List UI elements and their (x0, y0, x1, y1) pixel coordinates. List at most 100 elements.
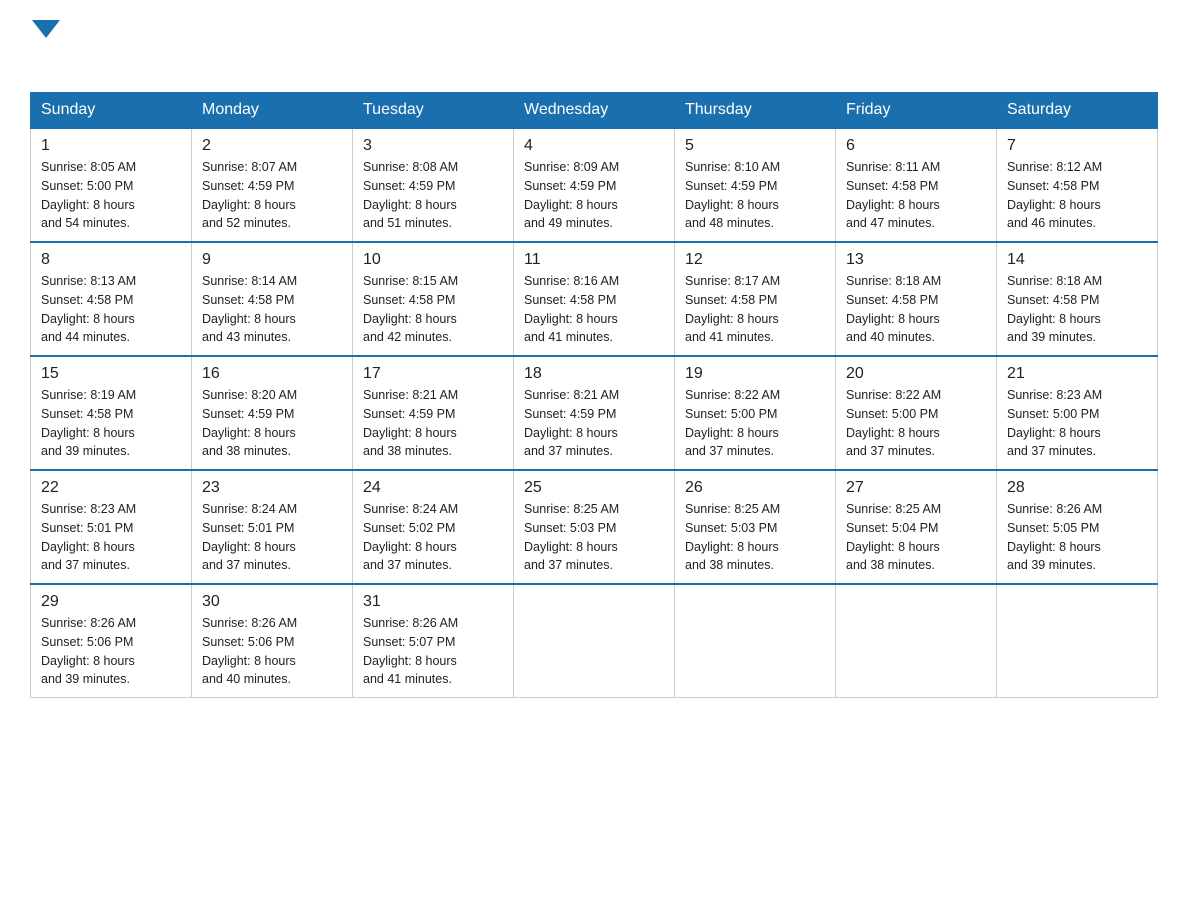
day-number: 18 (524, 365, 664, 383)
weekday-header-friday: Friday (836, 93, 997, 129)
calendar-cell: 21 Sunrise: 8:23 AMSunset: 5:00 PMDayligh… (997, 356, 1158, 470)
calendar-cell: 12 Sunrise: 8:17 AMSunset: 4:58 PMDayligh… (675, 242, 836, 356)
calendar-cell: 7 Sunrise: 8:12 AMSunset: 4:58 PMDaylight… (997, 128, 1158, 242)
day-info: Sunrise: 8:13 AMSunset: 4:58 PMDaylight:… (41, 272, 181, 347)
logo-arrow-icon (32, 20, 60, 38)
calendar-cell: 24 Sunrise: 8:24 AMSunset: 5:02 PMDayligh… (353, 470, 514, 584)
calendar-cell: 18 Sunrise: 8:21 AMSunset: 4:59 PMDayligh… (514, 356, 675, 470)
day-number: 28 (1007, 479, 1147, 497)
day-info: Sunrise: 8:25 AMSunset: 5:04 PMDaylight:… (846, 500, 986, 575)
day-info: Sunrise: 8:08 AMSunset: 4:59 PMDaylight:… (363, 158, 503, 233)
day-number: 21 (1007, 365, 1147, 383)
day-info: Sunrise: 8:26 AMSunset: 5:06 PMDaylight:… (41, 614, 181, 689)
weekday-header-row: SundayMondayTuesdayWednesdayThursdayFrid… (31, 93, 1158, 129)
calendar-cell: 9 Sunrise: 8:14 AMSunset: 4:58 PMDaylight… (192, 242, 353, 356)
calendar-cell: 6 Sunrise: 8:11 AMSunset: 4:58 PMDaylight… (836, 128, 997, 242)
day-info: Sunrise: 8:18 AMSunset: 4:58 PMDaylight:… (1007, 272, 1147, 347)
week-row-2: 8 Sunrise: 8:13 AMSunset: 4:58 PMDaylight… (31, 242, 1158, 356)
week-row-4: 22Sunrise: 8:23 AMSunset: 5:01 PMDayligh… (31, 470, 1158, 584)
day-number: 27 (846, 479, 986, 497)
day-info: Sunrise: 8:11 AMSunset: 4:58 PMDaylight:… (846, 158, 986, 233)
day-number: 16 (202, 365, 342, 383)
day-number: 19 (685, 365, 825, 383)
day-number: 7 (1007, 137, 1147, 155)
calendar-cell: 23 Sunrise: 8:24 AMSunset: 5:01 PMDayligh… (192, 470, 353, 584)
calendar-cell (675, 584, 836, 698)
logo (30, 20, 60, 74)
calendar-cell: 31Sunrise: 8:26 AMSunset: 5:07 PMDayligh… (353, 584, 514, 698)
day-info: Sunrise: 8:12 AMSunset: 4:58 PMDaylight:… (1007, 158, 1147, 233)
day-info: Sunrise: 8:22 AMSunset: 5:00 PMDaylight:… (685, 386, 825, 461)
day-number: 10 (363, 251, 503, 269)
day-info: Sunrise: 8:25 AMSunset: 5:03 PMDaylight:… (524, 500, 664, 575)
calendar-cell: 2 Sunrise: 8:07 AMSunset: 4:59 PMDaylight… (192, 128, 353, 242)
calendar-cell: 1Sunrise: 8:05 AMSunset: 5:00 PMDaylight… (31, 128, 192, 242)
calendar-table: SundayMondayTuesdayWednesdayThursdayFrid… (30, 92, 1158, 698)
day-number: 9 (202, 251, 342, 269)
day-info: Sunrise: 8:07 AMSunset: 4:59 PMDaylight:… (202, 158, 342, 233)
day-info: Sunrise: 8:16 AMSunset: 4:58 PMDaylight:… (524, 272, 664, 347)
calendar-cell: 5 Sunrise: 8:10 AMSunset: 4:59 PMDaylight… (675, 128, 836, 242)
day-number: 12 (685, 251, 825, 269)
calendar-cell: 28 Sunrise: 8:26 AMSunset: 5:05 PMDayligh… (997, 470, 1158, 584)
calendar-cell: 22Sunrise: 8:23 AMSunset: 5:01 PMDayligh… (31, 470, 192, 584)
day-info: Sunrise: 8:21 AMSunset: 4:59 PMDaylight:… (524, 386, 664, 461)
day-number: 20 (846, 365, 986, 383)
day-number: 8 (41, 251, 181, 269)
day-number: 30 (202, 593, 342, 611)
calendar-cell: 29 Sunrise: 8:26 AMSunset: 5:06 PMDayligh… (31, 584, 192, 698)
day-info: Sunrise: 8:24 AMSunset: 5:01 PMDaylight:… (202, 500, 342, 575)
week-row-3: 15 Sunrise: 8:19 AMSunset: 4:58 PMDayligh… (31, 356, 1158, 470)
calendar-cell: 19 Sunrise: 8:22 AMSunset: 5:00 PMDayligh… (675, 356, 836, 470)
day-info: Sunrise: 8:09 AMSunset: 4:59 PMDaylight:… (524, 158, 664, 233)
day-number: 1 (41, 137, 181, 155)
day-info: Sunrise: 8:22 AMSunset: 5:00 PMDaylight:… (846, 386, 986, 461)
day-info: Sunrise: 8:26 AMSunset: 5:06 PMDaylight:… (202, 614, 342, 689)
day-info: Sunrise: 8:24 AMSunset: 5:02 PMDaylight:… (363, 500, 503, 575)
day-info: Sunrise: 8:25 AMSunset: 5:03 PMDaylight:… (685, 500, 825, 575)
day-number: 4 (524, 137, 664, 155)
calendar-cell (997, 584, 1158, 698)
week-row-1: 1Sunrise: 8:05 AMSunset: 5:00 PMDaylight… (31, 128, 1158, 242)
calendar-cell: 8 Sunrise: 8:13 AMSunset: 4:58 PMDaylight… (31, 242, 192, 356)
day-number: 5 (685, 137, 825, 155)
weekday-header-saturday: Saturday (997, 93, 1158, 129)
day-info: Sunrise: 8:20 AMSunset: 4:59 PMDaylight:… (202, 386, 342, 461)
day-info: Sunrise: 8:23 AMSunset: 5:00 PMDaylight:… (1007, 386, 1147, 461)
day-info: Sunrise: 8:19 AMSunset: 4:58 PMDaylight:… (41, 386, 181, 461)
day-number: 29 (41, 593, 181, 611)
day-number: 2 (202, 137, 342, 155)
day-info: Sunrise: 8:17 AMSunset: 4:58 PMDaylight:… (685, 272, 825, 347)
day-number: 25 (524, 479, 664, 497)
page-header (30, 20, 1158, 74)
day-number: 22 (41, 479, 181, 497)
day-number: 15 (41, 365, 181, 383)
calendar-cell: 15 Sunrise: 8:19 AMSunset: 4:58 PMDayligh… (31, 356, 192, 470)
day-number: 23 (202, 479, 342, 497)
day-number: 24 (363, 479, 503, 497)
week-row-5: 29 Sunrise: 8:26 AMSunset: 5:06 PMDayligh… (31, 584, 1158, 698)
calendar-cell: 30 Sunrise: 8:26 AMSunset: 5:06 PMDayligh… (192, 584, 353, 698)
calendar-cell: 26Sunrise: 8:25 AMSunset: 5:03 PMDayligh… (675, 470, 836, 584)
day-number: 11 (524, 251, 664, 269)
calendar-cell (514, 584, 675, 698)
day-info: Sunrise: 8:15 AMSunset: 4:58 PMDaylight:… (363, 272, 503, 347)
day-info: Sunrise: 8:26 AMSunset: 5:05 PMDaylight:… (1007, 500, 1147, 575)
day-number: 31 (363, 593, 503, 611)
calendar-cell: 16 Sunrise: 8:20 AMSunset: 4:59 PMDayligh… (192, 356, 353, 470)
weekday-header-wednesday: Wednesday (514, 93, 675, 129)
day-number: 3 (363, 137, 503, 155)
calendar-cell: 10 Sunrise: 8:15 AMSunset: 4:58 PMDayligh… (353, 242, 514, 356)
day-info: Sunrise: 8:14 AMSunset: 4:58 PMDaylight:… (202, 272, 342, 347)
day-info: Sunrise: 8:21 AMSunset: 4:59 PMDaylight:… (363, 386, 503, 461)
calendar-cell: 13 Sunrise: 8:18 AMSunset: 4:58 PMDayligh… (836, 242, 997, 356)
weekday-header-tuesday: Tuesday (353, 93, 514, 129)
calendar-cell: 25 Sunrise: 8:25 AMSunset: 5:03 PMDayligh… (514, 470, 675, 584)
weekday-header-monday: Monday (192, 93, 353, 129)
calendar-cell: 4 Sunrise: 8:09 AMSunset: 4:59 PMDaylight… (514, 128, 675, 242)
calendar-cell (836, 584, 997, 698)
day-number: 6 (846, 137, 986, 155)
day-info: Sunrise: 8:10 AMSunset: 4:59 PMDaylight:… (685, 158, 825, 233)
day-info: Sunrise: 8:18 AMSunset: 4:58 PMDaylight:… (846, 272, 986, 347)
day-number: 13 (846, 251, 986, 269)
